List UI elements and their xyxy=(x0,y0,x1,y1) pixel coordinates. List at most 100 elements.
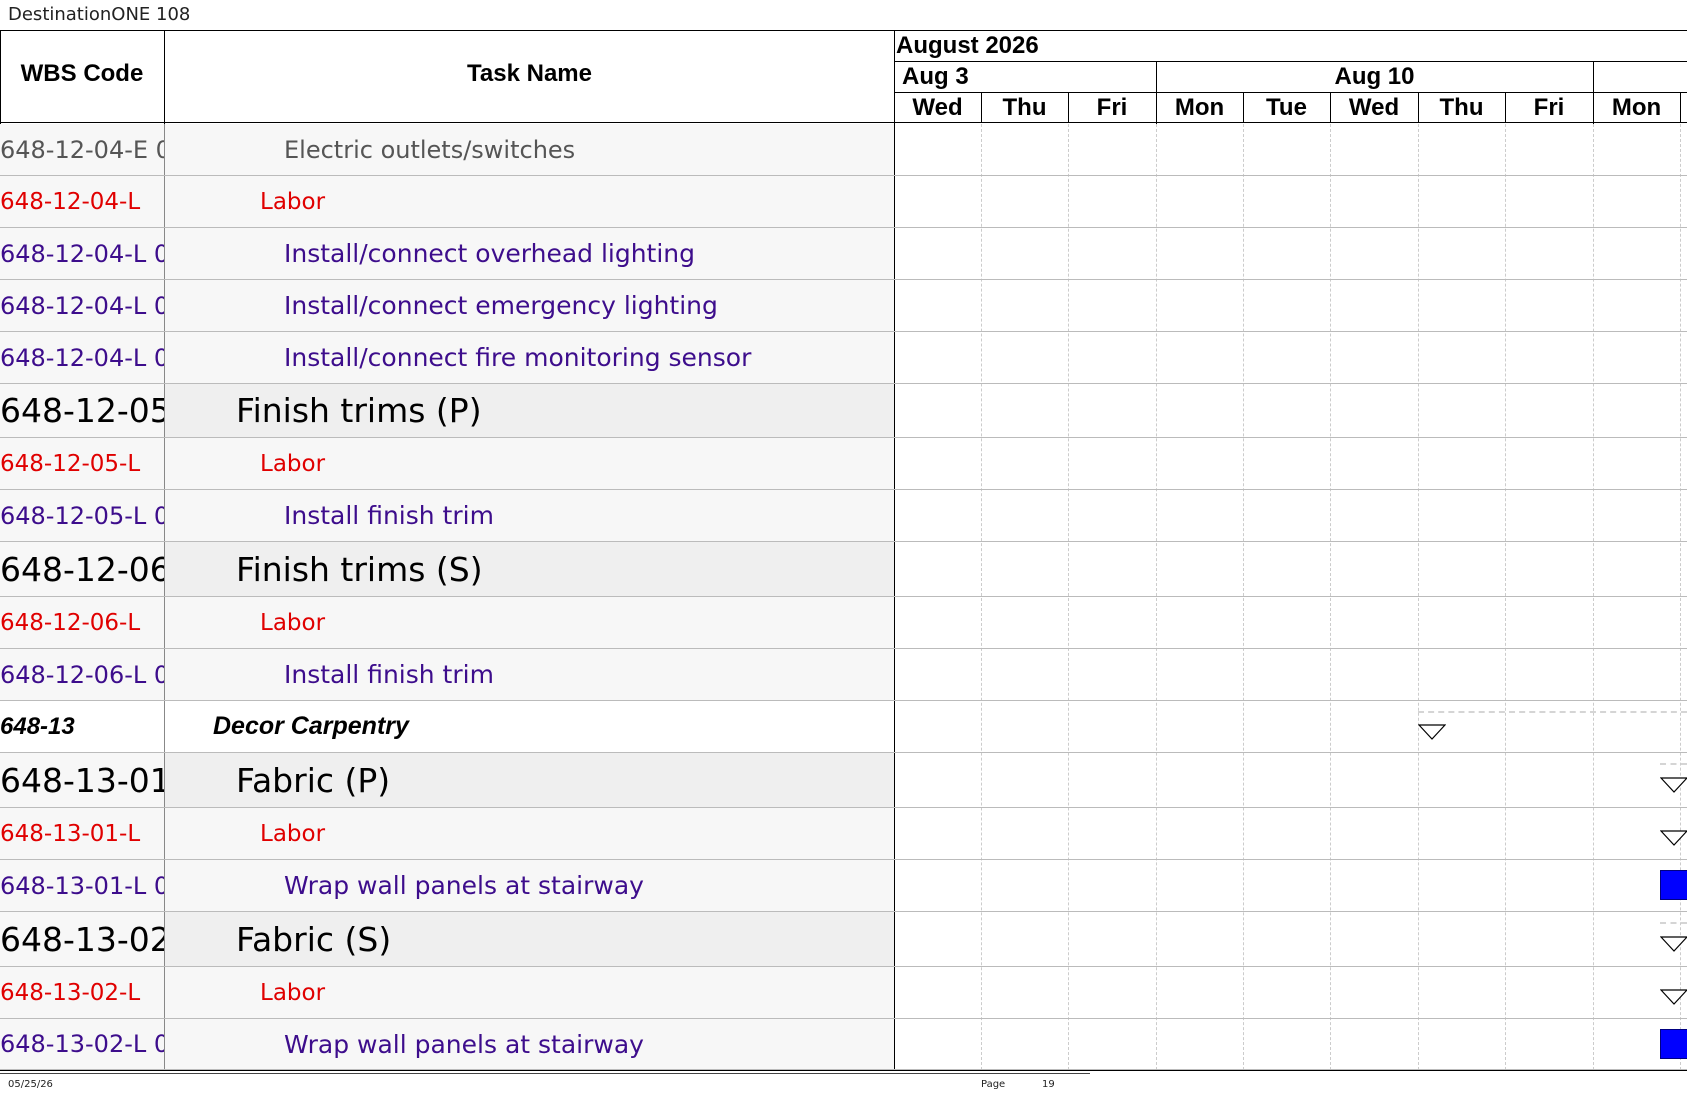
task-row[interactable]: 648-13-01 Fabric (P) xyxy=(0,753,894,808)
task-column-header: Task Name xyxy=(467,60,592,87)
task-row[interactable]: 648-12-04-L 0 Install/connect fire monito… xyxy=(0,332,894,384)
timescale-month-divider xyxy=(894,61,1687,62)
gantt-row-divider xyxy=(894,911,1687,912)
timescale-day-3: Fri xyxy=(1096,94,1128,121)
gantt-day-gridline xyxy=(981,124,982,1070)
task-row[interactable]: 648-12-04-L Labor xyxy=(0,176,894,228)
footer-date: 05/25/26 xyxy=(8,1079,53,1090)
task-row[interactable]: 648-12-06-L 0 Install finish trim xyxy=(0,649,894,701)
task-row[interactable]: 648-12-06-L Labor xyxy=(0,597,894,649)
task-name-cell: Wrap wall panels at stairway xyxy=(284,871,644,900)
task-name-cell: Labor xyxy=(260,609,326,636)
gantt-row-divider xyxy=(894,1018,1687,1019)
wbs-column-header: WBS Code xyxy=(20,60,144,87)
wbs-code-cell: 648-12-04-E 01 xyxy=(0,124,165,175)
timescale-day-8: Fri xyxy=(1533,94,1565,121)
gantt-row-divider xyxy=(894,596,1687,597)
wbs-code-cell: 648-13-01 xyxy=(0,753,165,807)
task-row[interactable]: 648-12-04-L 0 Install/connect overhead li… xyxy=(0,228,894,280)
week-divider-2 xyxy=(1593,62,1594,124)
table-top-border xyxy=(0,30,1687,31)
gantt-row-divider xyxy=(894,700,1687,701)
wbs-code-cell: 648-13-01-L xyxy=(0,808,165,859)
gantt-row-divider xyxy=(894,175,1687,176)
timescale-day-1: Wed xyxy=(912,94,963,121)
gantt-row-divider xyxy=(894,331,1687,332)
timescale-day-9: Mon xyxy=(1611,94,1662,121)
wbs-code-cell: 648-13-02-L 0 xyxy=(0,1019,165,1069)
task-name-cell: Fabric (P) xyxy=(236,760,391,800)
task-name-cell: Labor xyxy=(260,820,326,847)
gantt-day-gridline xyxy=(1156,124,1157,1070)
gantt-row-divider xyxy=(894,489,1687,490)
gantt-day-gridline xyxy=(1680,124,1681,1070)
gantt-row-divider xyxy=(894,966,1687,967)
wbs-code-cell: 648-12-04-L 0 xyxy=(0,332,165,383)
wbs-code-cell: 648-13-01-L 0 xyxy=(0,860,165,911)
task-row[interactable]: 648-13-02-L Labor xyxy=(0,967,894,1019)
task-name-cell: Labor xyxy=(260,979,326,1006)
task-name-cell: Fabric (S) xyxy=(236,919,392,959)
task-row[interactable]: 648-13-02-L 0 Wrap wall panels at stairwa… xyxy=(0,1019,894,1070)
task-name-cell: Decor Carpentry xyxy=(213,712,409,740)
summary-start-marker-fabric-p-labor xyxy=(1660,830,1687,846)
gantt-row-divider xyxy=(894,752,1687,753)
summary-bar-fabric-p xyxy=(1660,763,1687,765)
gantt-row-divider xyxy=(894,807,1687,808)
summary-start-marker-fabric-s-labor xyxy=(1660,989,1687,1005)
footer-page-number: 19 xyxy=(1042,1079,1055,1090)
task-name-cell: Electric outlets/switches xyxy=(284,135,576,164)
wbs-code-cell: 648-12-05-L xyxy=(0,438,165,489)
task-bar-wrap-wall-panels-s[interactable] xyxy=(1660,1029,1687,1059)
timescale-day-7: Thu xyxy=(1439,94,1484,121)
table-bottom-border xyxy=(0,1070,1687,1071)
wbs-code-cell: 648-12-05 xyxy=(0,384,165,437)
wbs-code-cell: 648-12-04-L 0 xyxy=(0,280,165,331)
summary-bar-decor-carpentry xyxy=(1418,711,1687,713)
footer-rule xyxy=(0,1073,1090,1074)
gantt-day-gridline xyxy=(1505,124,1506,1070)
task-row[interactable]: 648-13-01-L Labor xyxy=(0,808,894,860)
task-row[interactable]: 648-12-04-E 01 Electric outlets/switches xyxy=(0,124,894,176)
gantt-row-divider xyxy=(894,648,1687,649)
gantt-day-gridline xyxy=(1330,124,1331,1070)
task-name-cell: Install/connect emergency lighting xyxy=(284,291,718,320)
timescale-week-1: Aug 3 xyxy=(902,63,969,90)
wbs-code-cell: 648-12-06 xyxy=(0,542,165,596)
task-name-cell: Finish trims (S) xyxy=(236,549,483,589)
summary-start-marker-decor-carpentry xyxy=(1418,724,1446,740)
timescale-month: August 2026 xyxy=(896,32,1039,59)
task-row[interactable]: 648-12-06 Finish trims (S) xyxy=(0,542,894,597)
gantt-row-divider xyxy=(894,437,1687,438)
task-row[interactable]: 648-12-05-L Labor xyxy=(0,438,894,490)
task-row[interactable]: 648-12-04-L 0 Install/connect emergency l… xyxy=(0,280,894,332)
timescale-day-2: Thu xyxy=(1002,94,1047,121)
task-row[interactable]: 648-13-02 Fabric (S) xyxy=(0,912,894,967)
gantt-row-divider xyxy=(894,227,1687,228)
footer-page-label: Page xyxy=(981,1079,1006,1090)
gantt-day-gridline xyxy=(1243,124,1244,1070)
timescale-day-6: Wed xyxy=(1348,94,1400,121)
task-row[interactable]: 648-12-05 Finish trims (P) xyxy=(0,384,894,438)
task-row[interactable]: 648-13 Decor Carpentry xyxy=(0,701,894,753)
timescale-week-divider xyxy=(894,92,1687,93)
gantt-row-divider xyxy=(894,383,1687,384)
wbs-task-divider xyxy=(164,30,165,124)
task-bar-wrap-wall-panels-p[interactable] xyxy=(1660,870,1687,900)
task-row[interactable]: 648-13-01-L 0 Wrap wall panels at stairwa… xyxy=(0,860,894,912)
gantt-row-divider xyxy=(894,279,1687,280)
timescale-week-2: Aug 10 xyxy=(1156,63,1593,91)
task-row[interactable]: 648-12-05-L 0 Install finish trim xyxy=(0,490,894,542)
wbs-code-cell: 648-12-04-L 0 xyxy=(0,228,165,279)
wbs-code-cell: 648-13-02 xyxy=(0,912,165,966)
wbs-code-cell: 648-13 xyxy=(0,701,165,752)
header-bottom-border xyxy=(0,122,1687,123)
task-name-cell: Labor xyxy=(260,188,326,215)
timescale-week-2-label: Aug 10 xyxy=(1334,63,1415,90)
gantt-page: DestinationONE 108 WBS Code Task Name Au… xyxy=(0,0,1687,1097)
summary-bar-fabric-s xyxy=(1660,922,1687,924)
week-divider xyxy=(1156,62,1157,124)
task-name-cell: Install finish trim xyxy=(284,501,494,530)
wbs-code-cell: 648-13-02-L xyxy=(0,967,165,1018)
wbs-code-cell: 648-12-06-L xyxy=(0,597,165,648)
